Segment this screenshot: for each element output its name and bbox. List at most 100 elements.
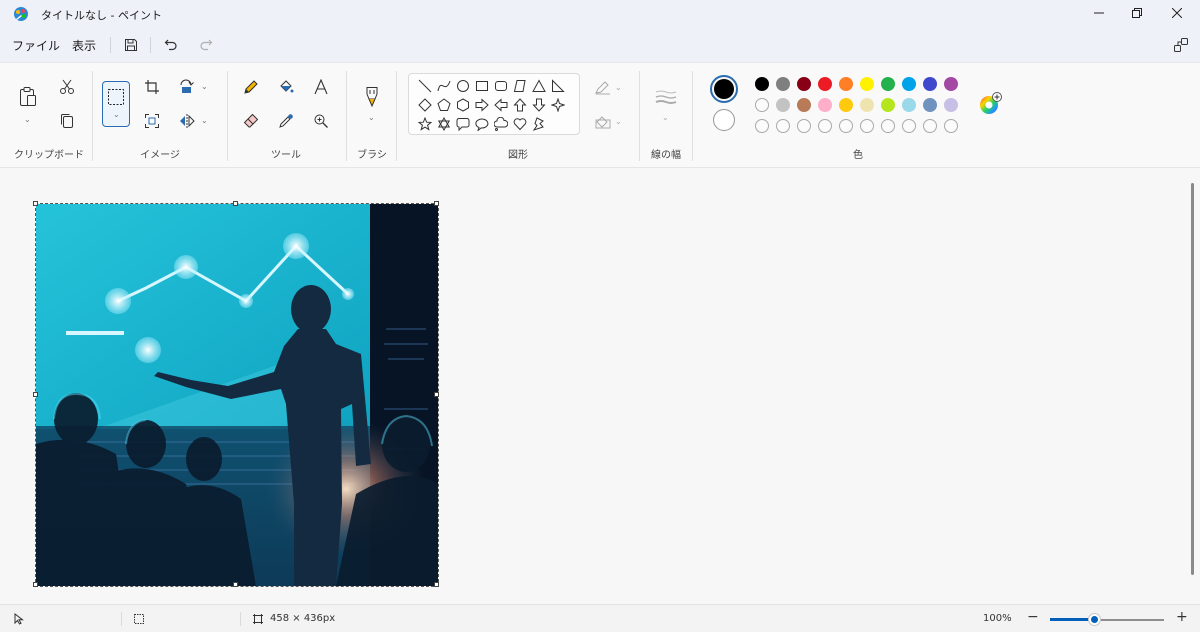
custom-color-slot[interactable] xyxy=(860,119,874,133)
shape-down-arrow[interactable] xyxy=(531,97,547,113)
shape-four-point-star[interactable] xyxy=(550,97,566,113)
shape-right-triangle[interactable] xyxy=(550,78,566,94)
outline-button[interactable] xyxy=(590,76,616,102)
chevron-down-icon[interactable]: ⌄ xyxy=(24,115,31,124)
zoom-in-button[interactable]: + xyxy=(1176,609,1188,625)
color-swatch[interactable] xyxy=(944,77,958,91)
color-swatch[interactable] xyxy=(944,98,958,112)
undo-icon[interactable] xyxy=(162,36,180,54)
chevron-down-icon[interactable]: ⌄ xyxy=(615,117,622,126)
shape-rounded-callout[interactable] xyxy=(455,116,471,132)
shape-pentagon[interactable] xyxy=(436,97,452,113)
color-swatch[interactable] xyxy=(776,98,790,112)
redo-icon[interactable] xyxy=(197,36,215,54)
shape-up-arrow[interactable] xyxy=(512,97,528,113)
magnifier-button[interactable] xyxy=(308,109,334,135)
rotate-button[interactable] xyxy=(174,75,200,101)
color-swatch[interactable] xyxy=(881,98,895,112)
primary-color-swatch xyxy=(714,79,734,99)
eraser-button[interactable] xyxy=(238,109,264,135)
color-swatch[interactable] xyxy=(818,98,832,112)
shape-fill-button[interactable] xyxy=(590,110,616,136)
cut-button[interactable] xyxy=(54,75,80,101)
shape-triangle[interactable] xyxy=(531,78,547,94)
save-icon[interactable] xyxy=(122,36,140,54)
chevron-down-icon[interactable]: ⌄ xyxy=(662,113,669,122)
color-swatch[interactable] xyxy=(860,77,874,91)
shape-polygon[interactable] xyxy=(512,78,528,94)
paste-button[interactable] xyxy=(15,85,41,111)
chevron-down-icon[interactable]: ⌄ xyxy=(615,83,622,92)
color-swatch[interactable] xyxy=(881,77,895,91)
shape-rounded-rectangle[interactable] xyxy=(493,78,509,94)
shape-lightning[interactable] xyxy=(531,116,547,132)
shape-rectangle[interactable] xyxy=(474,78,490,94)
color-swatch[interactable] xyxy=(839,77,853,91)
custom-color-slot[interactable] xyxy=(755,119,769,133)
chevron-down-icon[interactable]: ⌄ xyxy=(201,116,208,125)
secondary-color-button[interactable] xyxy=(713,109,735,131)
edit-colors-button[interactable] xyxy=(977,91,1003,118)
custom-color-slot[interactable] xyxy=(818,119,832,133)
shape-hexagon[interactable] xyxy=(455,97,471,113)
custom-color-slot[interactable] xyxy=(923,119,937,133)
custom-color-slot[interactable] xyxy=(881,119,895,133)
color-swatch[interactable] xyxy=(755,77,769,91)
custom-color-slot[interactable] xyxy=(797,119,811,133)
presentation-speaker-image[interactable] xyxy=(36,204,438,586)
select-button[interactable]: ⌄ xyxy=(102,81,130,127)
chevron-down-icon[interactable]: ⌄ xyxy=(201,82,208,91)
color-swatch[interactable] xyxy=(776,77,790,91)
shape-heart[interactable] xyxy=(512,116,528,132)
shape-cloud-callout[interactable] xyxy=(493,116,509,132)
zoom-out-button[interactable]: − xyxy=(1027,609,1039,625)
shape-left-arrow[interactable] xyxy=(493,97,509,113)
crop-button[interactable] xyxy=(139,75,165,101)
shape-line[interactable] xyxy=(417,78,433,94)
share-icon[interactable] xyxy=(1172,36,1190,54)
shape-diamond[interactable] xyxy=(417,97,433,113)
color-swatch[interactable] xyxy=(839,98,853,112)
menu-view[interactable]: 表示 xyxy=(72,37,96,54)
vertical-scrollbar[interactable] xyxy=(1191,183,1194,575)
menu-file[interactable]: ファイル xyxy=(12,37,60,54)
primary-color-button[interactable] xyxy=(710,75,738,103)
custom-color-slot[interactable] xyxy=(839,119,853,133)
close-button[interactable] xyxy=(1154,0,1200,28)
color-swatch-white[interactable] xyxy=(755,98,769,112)
copy-button[interactable] xyxy=(54,109,80,135)
zoom-slider-thumb[interactable] xyxy=(1089,614,1100,625)
shape-oval[interactable] xyxy=(455,78,471,94)
paint-logo-icon xyxy=(13,6,29,22)
color-swatch[interactable] xyxy=(923,98,937,112)
shapes-gallery xyxy=(408,73,580,135)
color-swatch[interactable] xyxy=(797,77,811,91)
shape-right-arrow[interactable] xyxy=(474,97,490,113)
color-swatch[interactable] xyxy=(797,98,811,112)
text-button[interactable] xyxy=(308,75,334,101)
color-picker-button[interactable] xyxy=(273,109,299,135)
chevron-down-icon[interactable]: ⌄ xyxy=(113,110,120,119)
shape-oval-callout[interactable] xyxy=(474,116,490,132)
group-separator xyxy=(639,71,640,161)
zoom-level[interactable]: 100% xyxy=(983,613,1012,624)
custom-color-slot[interactable] xyxy=(944,119,958,133)
custom-color-slot[interactable] xyxy=(776,119,790,133)
window-title: タイトルなし - ペイント xyxy=(41,9,162,22)
pencil-button[interactable] xyxy=(238,75,264,101)
resize-button[interactable] xyxy=(139,109,165,135)
color-swatch[interactable] xyxy=(923,77,937,91)
brush-button[interactable] xyxy=(359,85,385,111)
color-swatch[interactable] xyxy=(818,77,832,91)
line-width-button[interactable] xyxy=(652,85,680,111)
shape-five-point-star[interactable] xyxy=(417,116,433,132)
fill-button[interactable] xyxy=(273,75,299,101)
flip-button[interactable] xyxy=(174,109,200,135)
custom-color-slot[interactable] xyxy=(902,119,916,133)
chevron-down-icon[interactable]: ⌄ xyxy=(368,113,375,122)
shape-six-point-star[interactable] xyxy=(436,116,452,132)
color-swatch[interactable] xyxy=(902,98,916,112)
color-swatch[interactable] xyxy=(860,98,874,112)
shape-curve[interactable] xyxy=(436,78,452,94)
color-swatch[interactable] xyxy=(902,77,916,91)
